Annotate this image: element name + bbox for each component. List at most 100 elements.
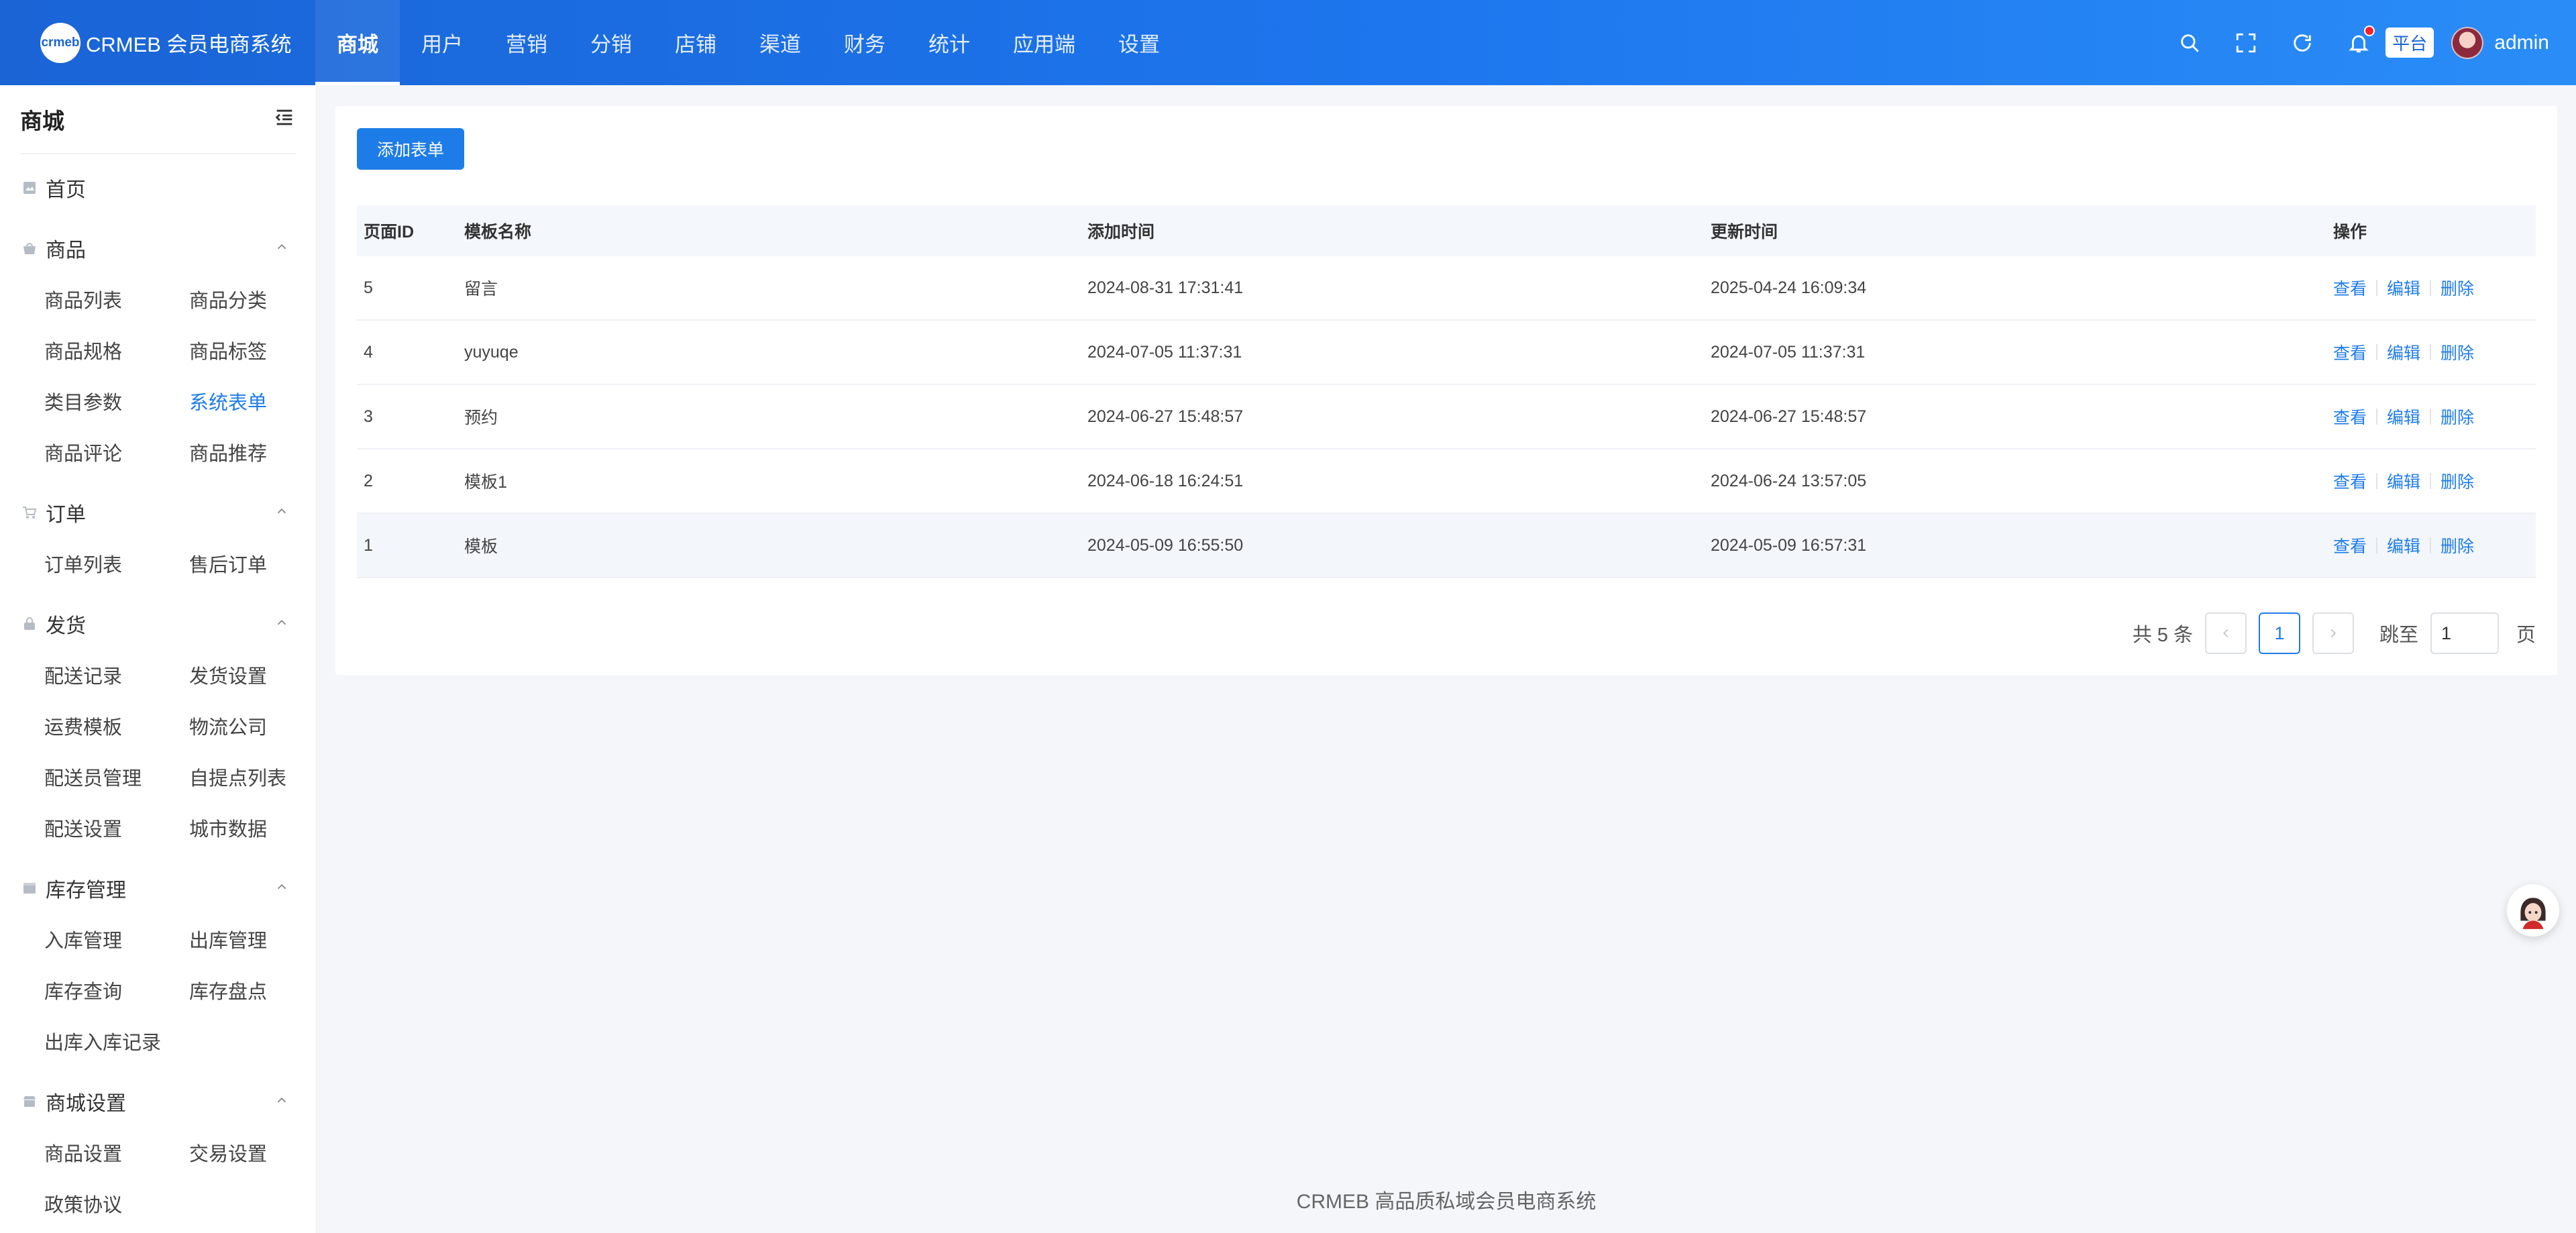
sidebar-group-shipping[interactable]: 发货 (0, 598, 316, 649)
table-row: 5 留言 2024-08-31 17:31:41 2025-04-24 16:0… (357, 256, 2536, 321)
sidebar-item-freight-templates[interactable]: 运费模板 (44, 700, 189, 751)
sidebar-item-category-params[interactable]: 类目参数 (44, 376, 189, 427)
page-number-button[interactable]: 1 (2258, 612, 2300, 654)
sidebar-item-city-data[interactable]: 城市数据 (189, 802, 316, 853)
table-row: 2 模板1 2024-06-18 16:24:51 2024-06-24 13:… (357, 449, 2536, 514)
sidebar-group-label: 商城设置 (46, 1093, 126, 1115)
sidebar-item-home[interactable]: 首页 (0, 162, 316, 213)
sidebar-item-stock-records[interactable]: 出库入库记录 (44, 1016, 189, 1067)
top-nav-item-mall[interactable]: 商城 (315, 0, 400, 85)
cell-actions: 查看 编辑 删除 (2333, 276, 2536, 300)
divider (2430, 280, 2432, 296)
view-link[interactable]: 查看 (2333, 469, 2367, 493)
chevron-up-icon (274, 1090, 289, 1113)
sidebar-item-stock-in[interactable]: 入库管理 (44, 914, 189, 965)
top-nav-item-channels[interactable]: 渠道 (738, 0, 822, 85)
delete-link[interactable]: 删除 (2440, 340, 2474, 364)
sidebar-item-stock-out[interactable]: 出库管理 (189, 914, 316, 965)
top-nav-item-apps[interactable]: 应用端 (991, 0, 1097, 85)
sidebar-item-product-category[interactable]: 商品分类 (189, 274, 316, 325)
cell-name: 留言 (464, 280, 498, 299)
cell-actions: 查看 编辑 删除 (2333, 405, 2536, 429)
cell-actions: 查看 编辑 删除 (2333, 533, 2536, 557)
edit-link[interactable]: 编辑 (2387, 340, 2420, 364)
assistant-avatar-button[interactable] (2507, 884, 2559, 936)
sidebar-item-courier-management[interactable]: 配送员管理 (44, 751, 189, 802)
fullscreen-icon[interactable] (2233, 30, 2259, 56)
top-nav-item-stores[interactable]: 店铺 (653, 0, 738, 85)
sidebar-item-order-list[interactable]: 订单列表 (44, 538, 189, 589)
sidebar-item-stock-count[interactable]: 库存盘点 (189, 965, 316, 1016)
platform-tag[interactable]: 平台 (2385, 28, 2434, 58)
cell-name: 模板 (464, 537, 498, 556)
sidebar-item-product-spec[interactable]: 商品规格 (44, 325, 189, 376)
sidebar-item-shipping-settings[interactable]: 发货设置 (189, 649, 316, 700)
home-icon (21, 180, 38, 196)
top-nav-item-finance[interactable]: 财务 (822, 0, 907, 85)
sidebar-item-label: 首页 (46, 179, 86, 201)
divider (2376, 409, 2378, 425)
chevron-left-icon (2222, 629, 2229, 638)
delete-link[interactable]: 删除 (2440, 405, 2474, 429)
sidebar-item-after-sale-orders[interactable]: 售后订单 (189, 538, 316, 589)
top-nav-item-settings[interactable]: 设置 (1097, 0, 1181, 85)
delete-link[interactable]: 删除 (2440, 276, 2474, 300)
sidebar-item-logistics-companies[interactable]: 物流公司 (189, 700, 316, 751)
username[interactable]: admin (2494, 32, 2549, 54)
view-link[interactable]: 查看 (2333, 276, 2367, 300)
sidebar-group-label: 发货 (46, 615, 86, 637)
cell-id: 2 (364, 471, 373, 490)
top-nav-item-marketing[interactable]: 营销 (484, 0, 569, 85)
view-link[interactable]: 查看 (2333, 533, 2367, 557)
view-link[interactable]: 查看 (2333, 340, 2367, 364)
brand[interactable]: crmeb CRMEB 会员电商系统 (0, 0, 315, 85)
divider (2430, 344, 2432, 360)
sidebar-item-product-tags[interactable]: 商品标签 (189, 325, 316, 376)
top-nav-item-distribution[interactable]: 分销 (569, 0, 653, 85)
cell-added: 2024-08-31 17:31:41 (1087, 278, 1244, 297)
delete-link[interactable]: 删除 (2440, 533, 2474, 557)
bell-icon[interactable] (2345, 25, 2375, 56)
brand-name: CRMEB 会员电商系统 (86, 33, 292, 56)
jump-page-input[interactable] (2430, 612, 2499, 654)
search-icon[interactable] (2176, 30, 2203, 56)
sidebar-title: 商城 (20, 108, 64, 133)
sidebar-group-products[interactable]: 商品 (0, 223, 316, 274)
prev-page-button[interactable] (2204, 612, 2247, 654)
sidebar-item-delivery-records[interactable]: 配送记录 (44, 649, 189, 700)
refresh-icon[interactable] (2289, 30, 2316, 56)
divider (2430, 409, 2432, 425)
sidebar-item-product-recommend[interactable]: 商品推荐 (189, 427, 316, 478)
sidebar-item-product-settings[interactable]: 商品设置 (44, 1127, 189, 1178)
view-link[interactable]: 查看 (2333, 405, 2367, 429)
delete-link[interactable]: 删除 (2440, 469, 2474, 493)
top-nav-item-users[interactable]: 用户 (400, 0, 484, 85)
sidebar-item-system-forms[interactable]: 系统表单 (189, 376, 316, 427)
bag-icon (21, 240, 38, 256)
edit-link[interactable]: 编辑 (2387, 276, 2420, 300)
chevron-right-icon (2330, 629, 2337, 638)
edit-link[interactable]: 编辑 (2387, 405, 2420, 429)
column-header-id: 页面ID (364, 223, 415, 242)
sidebar-group-store-settings[interactable]: 商城设置 (0, 1076, 316, 1127)
sidebar: 商城 首页 商品 商品列表 商品分类 商品规格 商品标签 类目参数 系统表单 商… (0, 85, 317, 1233)
store-icon (21, 1093, 38, 1110)
sidebar-item-trade-settings[interactable]: 交易设置 (189, 1127, 316, 1178)
edit-link[interactable]: 编辑 (2387, 533, 2420, 557)
sidebar-group-inventory[interactable]: 库存管理 (0, 863, 316, 914)
menu-collapse-icon[interactable] (273, 106, 296, 132)
avatar[interactable] (2451, 26, 2484, 59)
sidebar-item-delivery-settings[interactable]: 配送设置 (44, 802, 189, 853)
add-form-button[interactable]: 添加表单 (357, 128, 464, 170)
sidebar-item-pickup-points[interactable]: 自提点列表 (189, 751, 316, 802)
top-nav-item-statistics[interactable]: 统计 (907, 0, 991, 85)
chevron-up-icon (274, 612, 289, 635)
sidebar-group-orders[interactable]: 订单 (0, 487, 316, 538)
sidebar-item-product-reviews[interactable]: 商品评论 (44, 427, 189, 478)
sidebar-item-stock-query[interactable]: 库存查询 (44, 965, 189, 1016)
edit-link[interactable]: 编辑 (2387, 469, 2420, 493)
sidebar-item-product-list[interactable]: 商品列表 (44, 274, 189, 325)
cell-updated: 2025-04-24 16:09:34 (1711, 278, 1867, 297)
next-page-button[interactable] (2312, 612, 2354, 654)
sidebar-item-policies[interactable]: 政策协议 (44, 1178, 189, 1229)
